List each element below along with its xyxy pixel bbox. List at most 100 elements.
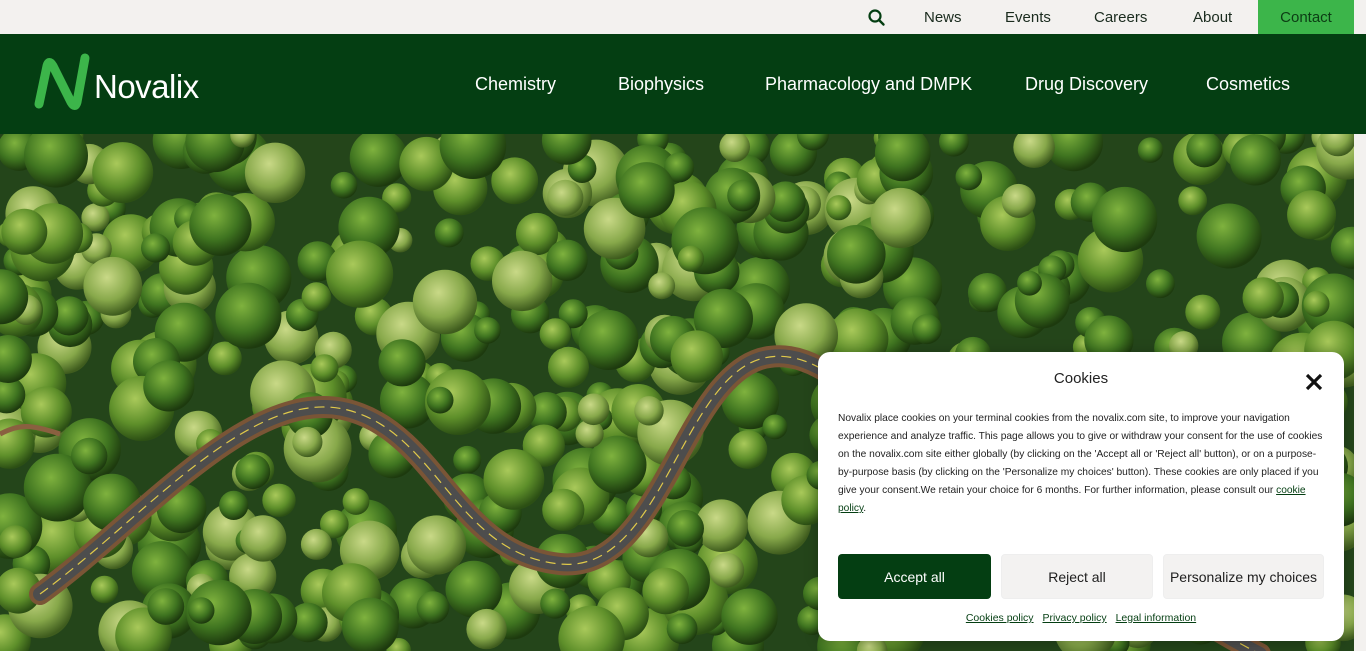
tree-canopy xyxy=(310,354,339,383)
tree-canopy xyxy=(71,437,108,475)
contact-button[interactable]: Contact xyxy=(1258,0,1354,34)
tree-canopy xyxy=(727,179,759,212)
tree-canopy xyxy=(416,591,450,624)
tree-canopy xyxy=(326,240,394,308)
tree-canopy xyxy=(92,142,154,204)
tree-canopy xyxy=(1146,269,1175,299)
tree-canopy xyxy=(670,330,723,383)
tree-canopy xyxy=(215,282,282,349)
tree-canopy xyxy=(955,163,983,191)
tree-canopy xyxy=(342,488,370,515)
tree-canopy xyxy=(143,360,195,412)
tree-canopy xyxy=(378,339,426,387)
tree-canopy xyxy=(540,588,571,619)
tree-canopy xyxy=(301,282,332,312)
tree-canopy xyxy=(219,490,249,520)
tree-canopy xyxy=(300,528,332,560)
tree-canopy xyxy=(90,575,119,604)
nav-item-biophysics[interactable]: Biophysics xyxy=(618,74,704,95)
tree-canopy xyxy=(262,483,296,517)
tree-canopy xyxy=(426,386,454,414)
logo[interactable]: Novalix xyxy=(33,52,208,118)
tree-canopy xyxy=(453,445,482,474)
tree-canopy xyxy=(188,597,215,624)
tree-canopy xyxy=(826,195,852,221)
search-icon[interactable] xyxy=(866,8,888,28)
tree-canopy xyxy=(1,208,48,255)
cookie-dialog-text: Novalix place cookies on your terminal c… xyxy=(838,410,1328,518)
tree-canopy xyxy=(412,269,478,335)
utility-bar: News Events Careers About Contact xyxy=(0,0,1366,34)
tree-canopy xyxy=(244,142,306,203)
tree-canopy xyxy=(1178,186,1208,216)
tree-canopy xyxy=(141,233,171,263)
tree-canopy xyxy=(667,509,704,547)
tree-canopy xyxy=(189,193,252,256)
tree-canopy xyxy=(539,318,571,350)
logo-wordmark: Novalix xyxy=(94,68,199,105)
topbar-link-careers[interactable]: Careers xyxy=(1094,0,1147,34)
tree-canopy xyxy=(1303,290,1330,317)
tree-canopy xyxy=(677,245,705,272)
tree-canopy xyxy=(546,239,588,281)
logo-mark-icon xyxy=(34,53,90,110)
legal-information-link[interactable]: Legal information xyxy=(1116,612,1197,624)
accept-all-button[interactable]: Accept all xyxy=(838,554,991,599)
close-icon[interactable] xyxy=(1304,372,1324,392)
tree-canopy xyxy=(406,515,467,575)
tree-canopy xyxy=(762,414,788,440)
cookie-dialog-title: Cookies xyxy=(1053,370,1109,387)
topbar-link-about[interactable]: About xyxy=(1193,0,1232,34)
tree-canopy xyxy=(666,613,698,645)
personalize-choices-button[interactable]: Personalize my choices xyxy=(1163,554,1324,599)
tree-canopy xyxy=(642,567,689,615)
tree-canopy xyxy=(492,250,553,312)
nav-item-pharmacology[interactable]: Pharmacology and DMPK xyxy=(765,74,972,95)
topbar-link-events[interactable]: Events xyxy=(1005,0,1051,34)
tree-canopy xyxy=(483,449,545,510)
tree-canopy xyxy=(235,454,271,490)
scrollbar-track[interactable] xyxy=(1354,134,1366,651)
tree-canopy xyxy=(1001,183,1036,218)
cookie-text: Novalix place cookies on your terminal c… xyxy=(838,413,1323,496)
tree-canopy xyxy=(618,162,675,219)
tree-canopy xyxy=(0,525,32,559)
tree-canopy xyxy=(870,187,931,249)
tree-canopy xyxy=(445,560,503,618)
tree-canopy xyxy=(292,426,323,458)
tree-canopy xyxy=(542,488,585,531)
main-navigation: Novalix Chemistry Biophysics Pharmacolog… xyxy=(0,34,1366,134)
tree-canopy xyxy=(1137,137,1164,163)
nav-item-cosmetics[interactable]: Cosmetics xyxy=(1206,74,1290,95)
tree-canopy xyxy=(1242,277,1284,319)
tree-canopy xyxy=(434,218,464,248)
tree-canopy xyxy=(466,608,507,650)
tree-canopy xyxy=(1185,294,1221,330)
tree-canopy xyxy=(648,272,676,300)
tree-canopy xyxy=(83,256,143,316)
cookie-footer-links: Cookies policy Privacy policy Legal info… xyxy=(818,612,1344,624)
reject-all-button[interactable]: Reject all xyxy=(1001,554,1153,599)
privacy-policy-link[interactable]: Privacy policy xyxy=(1042,612,1106,624)
topbar-link-news[interactable]: News xyxy=(924,0,962,34)
tree-canopy xyxy=(577,393,610,426)
tree-canopy xyxy=(709,552,745,588)
tree-canopy xyxy=(1229,134,1281,186)
nav-item-drug-discovery[interactable]: Drug Discovery xyxy=(1025,74,1148,95)
cookies-policy-link[interactable]: Cookies policy xyxy=(966,612,1034,624)
tree-canopy xyxy=(634,396,664,426)
tree-canopy xyxy=(1092,186,1158,253)
tree-canopy xyxy=(239,515,287,562)
cookie-consent-dialog: Cookies Novalix place cookies on your te… xyxy=(818,352,1344,641)
tree-canopy xyxy=(721,588,778,645)
tree-canopy xyxy=(548,346,589,388)
nav-item-chemistry[interactable]: Chemistry xyxy=(475,74,556,95)
tree-canopy xyxy=(911,314,942,345)
tree-canopy xyxy=(147,588,185,625)
tree-canopy xyxy=(547,179,584,216)
tree-canopy xyxy=(728,430,768,469)
tree-canopy xyxy=(474,317,501,344)
cookie-text-end: . xyxy=(863,503,867,514)
tree-canopy xyxy=(330,171,358,199)
tree-canopy xyxy=(1287,190,1337,240)
